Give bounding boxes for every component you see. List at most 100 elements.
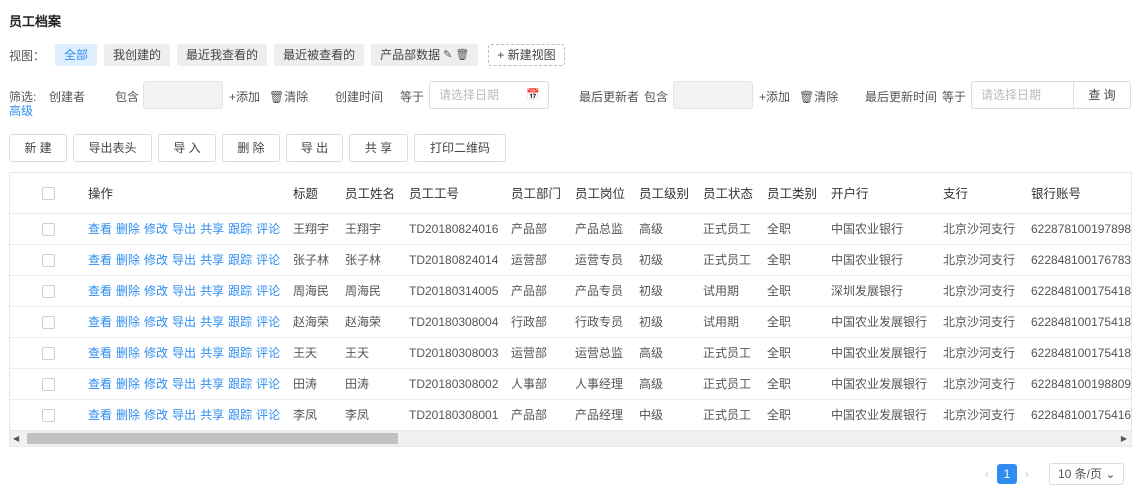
- table-row[interactable]: 查看 删除 修改 导出 共享 跟踪 评论 田涛 田涛 TD20180308002 人事部 人事经理 高级…: [10, 368, 1131, 400]
- row-action-export-link[interactable]: 导出: [172, 346, 196, 360]
- row-action-comment-link[interactable]: 评论: [256, 253, 280, 267]
- row-action-view-link[interactable]: 查看: [88, 222, 112, 236]
- row-action-view-link[interactable]: 查看: [88, 377, 112, 391]
- row-action-share-link[interactable]: 共享: [200, 222, 224, 236]
- view-tab-all[interactable]: 全部: [55, 44, 98, 66]
- row-action-export-link[interactable]: 导出: [172, 408, 196, 422]
- row-action-view-link[interactable]: 查看: [88, 253, 112, 267]
- row-action-share-link[interactable]: 共享: [200, 377, 224, 391]
- row-checkbox[interactable]: [42, 315, 55, 329]
- last-updater-clear-button[interactable]: 🗑清除: [799, 88, 838, 105]
- view-tab-recently-viewed[interactable]: 最近被查看的: [274, 44, 365, 66]
- row-action-track-link[interactable]: 跟踪: [228, 222, 252, 236]
- table-row[interactable]: 查看 删除 修改 导出 共享 跟踪 评论 王天 王天 TD20180308003 运营部 运营总监 高级…: [10, 337, 1131, 369]
- row-action-comment-link[interactable]: 评论: [256, 315, 280, 329]
- row-action-view-link[interactable]: 查看: [88, 284, 112, 298]
- share-button[interactable]: 共 享: [349, 134, 408, 162]
- table-row[interactable]: 查看 删除 修改 导出 共享 跟踪 评论 张子林 张子林 TD20180824014 运营部 运营专员…: [10, 244, 1131, 276]
- view-tab-product-data[interactable]: 产品部数据 ✎ 🗑: [371, 44, 479, 66]
- horizontal-scrollbar[interactable]: ◀ ▶: [10, 430, 1131, 446]
- scrollbar-thumb[interactable]: [27, 433, 398, 444]
- row-action-export-link[interactable]: 导出: [172, 222, 196, 236]
- row-checkbox[interactable]: [42, 222, 55, 236]
- table-cell: 产品部: [511, 213, 575, 245]
- row-action-share-link[interactable]: 共享: [200, 346, 224, 360]
- last-updater-add-button[interactable]: +添加: [759, 88, 790, 105]
- table-row[interactable]: 查看 删除 修改 导出 共享 跟踪 评论 李凤 李凤 TD20180308001 产品部 产品经理 中级…: [10, 399, 1131, 431]
- page-number-current[interactable]: 1: [997, 464, 1017, 484]
- new-view-button[interactable]: + 新建视图: [488, 44, 565, 66]
- next-page-button[interactable]: ›: [1025, 467, 1029, 481]
- row-action-track-link[interactable]: 跟踪: [228, 346, 252, 360]
- created-date-picker[interactable]: 请选择日期 📅: [429, 81, 549, 109]
- row-action-view-link[interactable]: 查看: [88, 408, 112, 422]
- last-update-date-picker[interactable]: 请选择日期: [971, 81, 1077, 109]
- row-action-edit-link[interactable]: 修改: [144, 377, 168, 391]
- creator-clear-button[interactable]: 🗑清除: [269, 88, 308, 105]
- creator-add-button[interactable]: +添加: [229, 88, 260, 105]
- row-action-share-link[interactable]: 共享: [200, 284, 224, 298]
- row-action-delete-link[interactable]: 删除: [116, 253, 140, 267]
- row-action-delete-link[interactable]: 删除: [116, 408, 140, 422]
- print-qrcode-button[interactable]: 打印二维码: [414, 134, 506, 162]
- new-button[interactable]: 新 建: [9, 134, 67, 162]
- row-action-comment-link[interactable]: 评论: [256, 284, 280, 298]
- edit-icon[interactable]: ✎: [443, 44, 452, 66]
- advanced-filter-link[interactable]: 高级: [9, 102, 33, 119]
- row-action-comment-link[interactable]: 评论: [256, 222, 280, 236]
- table-row[interactable]: 查看 删除 修改 导出 共享 跟踪 评论 王翔宇 王翔宇 TD20180824016 产品部 产品总监…: [10, 213, 1131, 245]
- row-action-export-link[interactable]: 导出: [172, 284, 196, 298]
- page-size-select[interactable]: 10 条/页 ⌄: [1049, 463, 1125, 485]
- row-action-track-link[interactable]: 跟踪: [228, 408, 252, 422]
- table-cell: 王翔宇: [293, 213, 345, 245]
- trash-icon[interactable]: 🗑: [455, 44, 469, 66]
- row-action-edit-link[interactable]: 修改: [144, 346, 168, 360]
- select-all-checkbox[interactable]: [42, 186, 55, 200]
- row-action-export-link[interactable]: 导出: [172, 377, 196, 391]
- query-button[interactable]: 查 询: [1073, 81, 1131, 109]
- row-action-comment-link[interactable]: 评论: [256, 346, 280, 360]
- row-action-delete-link[interactable]: 删除: [116, 377, 140, 391]
- row-action-edit-link[interactable]: 修改: [144, 315, 168, 329]
- scroll-right-arrow-icon[interactable]: ▶: [1121, 434, 1127, 443]
- table-row[interactable]: 查看 删除 修改 导出 共享 跟踪 评论 周海民 周海民 TD20180314005 产品部 产品专员…: [10, 275, 1131, 307]
- creator-input[interactable]: [143, 81, 223, 109]
- row-action-track-link[interactable]: 跟踪: [228, 315, 252, 329]
- row-action-share-link[interactable]: 共享: [200, 253, 224, 267]
- row-action-edit-link[interactable]: 修改: [144, 253, 168, 267]
- row-action-view-link[interactable]: 查看: [88, 315, 112, 329]
- view-tab-created-by-me[interactable]: 我创建的: [104, 44, 171, 66]
- prev-page-button[interactable]: ‹: [985, 467, 989, 481]
- scroll-left-arrow-icon[interactable]: ◀: [13, 434, 19, 443]
- row-action-view-link[interactable]: 查看: [88, 346, 112, 360]
- view-tab-recently-viewed-by-me[interactable]: 最近我查看的: [177, 44, 268, 66]
- row-checkbox[interactable]: [42, 284, 55, 298]
- row-action-comment-link[interactable]: 评论: [256, 377, 280, 391]
- last-updater-input[interactable]: [673, 81, 753, 109]
- import-button[interactable]: 导 入: [158, 134, 216, 162]
- row-action-edit-link[interactable]: 修改: [144, 408, 168, 422]
- row-action-export-link[interactable]: 导出: [172, 253, 196, 267]
- row-action-comment-link[interactable]: 评论: [256, 408, 280, 422]
- row-checkbox[interactable]: [42, 346, 55, 360]
- row-action-edit-link[interactable]: 修改: [144, 284, 168, 298]
- row-action-track-link[interactable]: 跟踪: [228, 253, 252, 267]
- row-action-export-link[interactable]: 导出: [172, 315, 196, 329]
- row-action-delete-link[interactable]: 删除: [116, 284, 140, 298]
- row-checkbox[interactable]: [42, 253, 55, 267]
- export-button[interactable]: 导 出: [286, 134, 343, 162]
- row-action-delete-link[interactable]: 删除: [116, 315, 140, 329]
- row-action-track-link[interactable]: 跟踪: [228, 377, 252, 391]
- export-header-button[interactable]: 导出表头: [73, 134, 152, 162]
- row-action-edit-link[interactable]: 修改: [144, 222, 168, 236]
- row-action-track-link[interactable]: 跟踪: [228, 284, 252, 298]
- table-cell: 张子林: [293, 244, 345, 276]
- row-checkbox[interactable]: [42, 408, 55, 422]
- row-action-share-link[interactable]: 共享: [200, 315, 224, 329]
- row-action-share-link[interactable]: 共享: [200, 408, 224, 422]
- row-action-delete-link[interactable]: 删除: [116, 222, 140, 236]
- table-row[interactable]: 查看 删除 修改 导出 共享 跟踪 评论 赵海荣 赵海荣 TD20180308004 行政部 行政专员…: [10, 306, 1131, 338]
- row-action-delete-link[interactable]: 删除: [116, 346, 140, 360]
- delete-button[interactable]: 删 除: [222, 134, 280, 162]
- row-checkbox[interactable]: [42, 377, 55, 391]
